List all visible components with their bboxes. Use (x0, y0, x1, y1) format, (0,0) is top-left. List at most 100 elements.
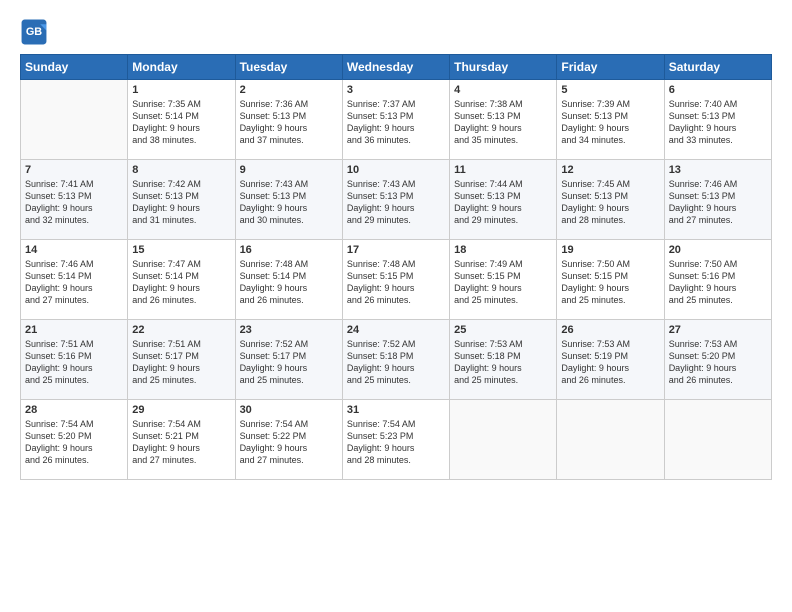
svg-text:GB: GB (26, 26, 42, 38)
day-number: 28 (25, 404, 123, 416)
column-header-tuesday: Tuesday (235, 55, 342, 80)
column-header-friday: Friday (557, 55, 664, 80)
day-cell: 1Sunrise: 7:35 AMSunset: 5:14 PMDaylight… (128, 80, 235, 160)
day-number: 1 (132, 84, 230, 96)
day-number: 9 (240, 164, 338, 176)
day-cell (557, 400, 664, 480)
day-info: Sunrise: 7:52 AMSunset: 5:17 PMDaylight:… (240, 338, 338, 387)
day-cell: 15 Sunrise: 7:47 AMSunset: 5:14 PMDayligh… (128, 240, 235, 320)
day-info: Sunrise: 7:51 AMSunset: 5:17 PMDaylight:… (132, 338, 230, 387)
day-cell: 10 Sunrise: 7:43 AMSunset: 5:13 PMDayligh… (342, 160, 449, 240)
day-info: Sunrise: 7:46 AMSunset: 5:13 PMDaylight:… (669, 178, 767, 227)
day-number: 17 (347, 244, 445, 256)
day-cell: 30 Sunrise: 7:54 AMSunset: 5:22 PMDayligh… (235, 400, 342, 480)
day-cell: 19 Sunrise: 7:50 AMSunset: 5:15 PMDayligh… (557, 240, 664, 320)
day-cell: 24 Sunrise: 7:52 AMSunset: 5:18 PMDayligh… (342, 320, 449, 400)
day-info: Sunrise: 7:54 AMSunset: 5:20 PMDaylight:… (25, 418, 123, 467)
day-info: Sunrise: 7:48 AMSunset: 5:14 PMDaylight:… (240, 258, 338, 307)
column-header-saturday: Saturday (664, 55, 771, 80)
logo-icon: GB (20, 18, 48, 46)
day-info: Sunrise: 7:50 AMSunset: 5:16 PMDaylight:… (669, 258, 767, 307)
day-cell: 20 Sunrise: 7:50 AMSunset: 5:16 PMDayligh… (664, 240, 771, 320)
day-number: 25 (454, 324, 552, 336)
day-info: Sunrise: 7:42 AMSunset: 5:13 PMDaylight:… (132, 178, 230, 227)
day-number: 4 (454, 84, 552, 96)
day-info: Sunrise: 7:54 AMSunset: 5:22 PMDaylight:… (240, 418, 338, 467)
day-info: Sunrise: 7:49 AMSunset: 5:15 PMDaylight:… (454, 258, 552, 307)
day-number: 5 (561, 84, 659, 96)
day-cell: 9 Sunrise: 7:43 AMSunset: 5:13 PMDaylight… (235, 160, 342, 240)
day-info: Sunrise: 7:54 AMSunset: 5:21 PMDaylight:… (132, 418, 230, 467)
day-cell: 5 Sunrise: 7:39 AMSunset: 5:13 PMDaylight… (557, 80, 664, 160)
day-number: 7 (25, 164, 123, 176)
day-cell: 13Sunrise: 7:46 AMSunset: 5:13 PMDayligh… (664, 160, 771, 240)
day-number: 6 (669, 84, 767, 96)
day-number: 20 (669, 244, 767, 256)
day-info: Sunrise: 7:40 AMSunset: 5:13 PMDaylight:… (669, 98, 767, 147)
calendar-table: SundayMondayTuesdayWednesdayThursdayFrid… (20, 54, 772, 480)
day-cell: 31 Sunrise: 7:54 AMSunset: 5:23 PMDayligh… (342, 400, 449, 480)
week-row-1: 1Sunrise: 7:35 AMSunset: 5:14 PMDaylight… (21, 80, 772, 160)
day-number: 19 (561, 244, 659, 256)
day-info: Sunrise: 7:41 AMSunset: 5:13 PMDaylight:… (25, 178, 123, 227)
day-info: Sunrise: 7:44 AMSunset: 5:13 PMDaylight:… (454, 178, 552, 227)
day-cell: 6 Sunrise: 7:40 AMSunset: 5:13 PMDaylight… (664, 80, 771, 160)
day-cell: 23 Sunrise: 7:52 AMSunset: 5:17 PMDayligh… (235, 320, 342, 400)
day-number: 2 (240, 84, 338, 96)
day-info: Sunrise: 7:46 AMSunset: 5:14 PMDaylight:… (25, 258, 123, 307)
day-number: 27 (669, 324, 767, 336)
day-number: 29 (132, 404, 230, 416)
day-number: 22 (132, 324, 230, 336)
day-cell: 3 Sunrise: 7:37 AMSunset: 5:13 PMDaylight… (342, 80, 449, 160)
day-cell: 14Sunrise: 7:46 AMSunset: 5:14 PMDayligh… (21, 240, 128, 320)
day-info: Sunrise: 7:52 AMSunset: 5:18 PMDaylight:… (347, 338, 445, 387)
day-cell: 12 Sunrise: 7:45 AMSunset: 5:13 PMDayligh… (557, 160, 664, 240)
day-cell: 16 Sunrise: 7:48 AMSunset: 5:14 PMDayligh… (235, 240, 342, 320)
day-cell (664, 400, 771, 480)
day-cell: 8Sunrise: 7:42 AMSunset: 5:13 PMDaylight… (128, 160, 235, 240)
day-info: Sunrise: 7:54 AMSunset: 5:23 PMDaylight:… (347, 418, 445, 467)
day-cell: 27 Sunrise: 7:53 AMSunset: 5:20 PMDayligh… (664, 320, 771, 400)
day-cell: 26Sunrise: 7:53 AMSunset: 5:19 PMDayligh… (557, 320, 664, 400)
week-row-3: 14Sunrise: 7:46 AMSunset: 5:14 PMDayligh… (21, 240, 772, 320)
day-cell: 7 Sunrise: 7:41 AMSunset: 5:13 PMDaylight… (21, 160, 128, 240)
day-info: Sunrise: 7:39 AMSunset: 5:13 PMDaylight:… (561, 98, 659, 147)
day-number: 23 (240, 324, 338, 336)
day-info: Sunrise: 7:43 AMSunset: 5:13 PMDaylight:… (240, 178, 338, 227)
day-number: 30 (240, 404, 338, 416)
logo: GB (20, 18, 52, 46)
day-cell (450, 400, 557, 480)
day-number: 16 (240, 244, 338, 256)
day-info: Sunrise: 7:51 AMSunset: 5:16 PMDaylight:… (25, 338, 123, 387)
calendar-page: GB SundayMondayTuesdayWednesdayThursdayF… (0, 0, 792, 612)
day-info: Sunrise: 7:38 AMSunset: 5:13 PMDaylight:… (454, 98, 552, 147)
day-cell: 22 Sunrise: 7:51 AMSunset: 5:17 PMDayligh… (128, 320, 235, 400)
day-info: Sunrise: 7:45 AMSunset: 5:13 PMDaylight:… (561, 178, 659, 227)
day-info: Sunrise: 7:47 AMSunset: 5:14 PMDaylight:… (132, 258, 230, 307)
column-header-thursday: Thursday (450, 55, 557, 80)
day-number: 10 (347, 164, 445, 176)
day-number: 31 (347, 404, 445, 416)
day-info: Sunrise: 7:37 AMSunset: 5:13 PMDaylight:… (347, 98, 445, 147)
day-info: Sunrise: 7:43 AMSunset: 5:13 PMDaylight:… (347, 178, 445, 227)
header: GB (20, 18, 772, 46)
day-number: 24 (347, 324, 445, 336)
column-header-wednesday: Wednesday (342, 55, 449, 80)
day-info: Sunrise: 7:53 AMSunset: 5:20 PMDaylight:… (669, 338, 767, 387)
day-info: Sunrise: 7:50 AMSunset: 5:15 PMDaylight:… (561, 258, 659, 307)
week-row-4: 21 Sunrise: 7:51 AMSunset: 5:16 PMDayligh… (21, 320, 772, 400)
day-info: Sunrise: 7:36 AMSunset: 5:13 PMDaylight:… (240, 98, 338, 147)
day-cell: 11Sunrise: 7:44 AMSunset: 5:13 PMDayligh… (450, 160, 557, 240)
day-info: Sunrise: 7:53 AMSunset: 5:18 PMDaylight:… (454, 338, 552, 387)
day-cell: 2 Sunrise: 7:36 AMSunset: 5:13 PMDaylight… (235, 80, 342, 160)
week-row-5: 28 Sunrise: 7:54 AMSunset: 5:20 PMDayligh… (21, 400, 772, 480)
header-row: SundayMondayTuesdayWednesdayThursdayFrid… (21, 55, 772, 80)
day-number: 12 (561, 164, 659, 176)
day-cell: 17Sunrise: 7:48 AMSunset: 5:15 PMDayligh… (342, 240, 449, 320)
day-number: 21 (25, 324, 123, 336)
day-number: 3 (347, 84, 445, 96)
day-cell: 21 Sunrise: 7:51 AMSunset: 5:16 PMDayligh… (21, 320, 128, 400)
day-number: 18 (454, 244, 552, 256)
day-number: 15 (132, 244, 230, 256)
day-cell: 29 Sunrise: 7:54 AMSunset: 5:21 PMDayligh… (128, 400, 235, 480)
